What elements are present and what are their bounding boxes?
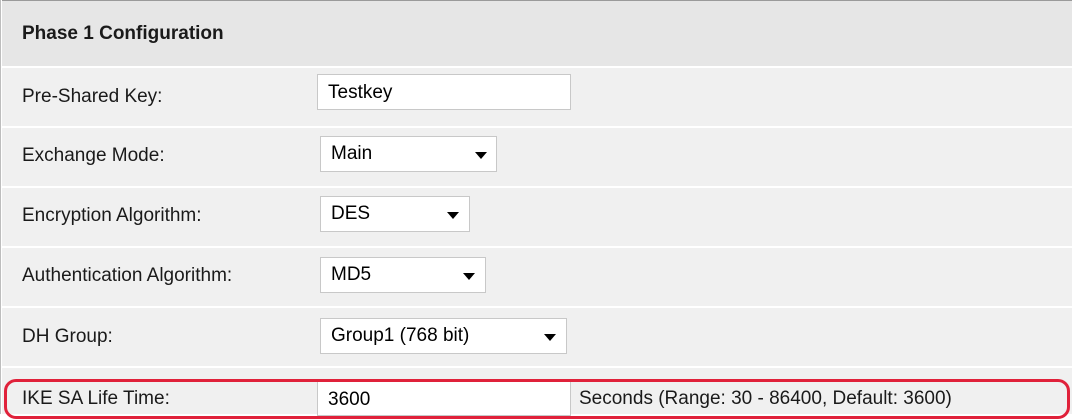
authentication-algorithm-value: MD5 — [331, 264, 372, 285]
chevron-down-icon — [463, 273, 475, 280]
row-pre-shared-key: Pre-Shared Key: Testkey — [2, 68, 1072, 126]
chevron-down-icon — [475, 152, 487, 159]
dh-group-value: Group1 (768 bit) — [331, 325, 470, 346]
ike-sa-life-time-value: 3600 — [328, 389, 371, 410]
row-encryption-algorithm: Encryption Algorithm: DES — [2, 188, 1072, 246]
encryption-algorithm-select[interactable]: DES — [320, 196, 470, 232]
row-exchange-mode: Exchange Mode: Main — [2, 128, 1072, 186]
pre-shared-key-value: Testkey — [328, 82, 393, 103]
exchange-mode-label: Exchange Mode: — [22, 145, 165, 166]
pre-shared-key-label: Pre-Shared Key: — [22, 86, 163, 107]
encryption-algorithm-label: Encryption Algorithm: — [22, 205, 202, 226]
row-dh-group: DH Group: Group1 (768 bit) — [2, 308, 1072, 366]
encryption-algorithm-value: DES — [331, 203, 371, 224]
phase1-config-panel: Phase 1 Configuration Pre-Shared Key: Te… — [0, 0, 1072, 419]
row-ike-sa-life-time: IKE SA Life Time: 3600 Seconds (Range: 3… — [2, 368, 1072, 416]
section-title: Phase 1 Configuration — [22, 23, 224, 44]
authentication-algorithm-select[interactable]: MD5 — [320, 257, 486, 293]
dh-group-label: DH Group: — [22, 326, 113, 347]
authentication-algorithm-label: Authentication Algorithm: — [22, 265, 233, 286]
row-authentication-algorithm: Authentication Algorithm: MD5 — [2, 248, 1072, 306]
exchange-mode-select[interactable]: Main — [320, 136, 497, 172]
dh-group-select[interactable]: Group1 (768 bit) — [320, 318, 567, 354]
ike-sa-life-time-input[interactable]: 3600 — [317, 380, 571, 416]
chevron-down-icon — [447, 212, 459, 219]
ike-sa-life-time-hint: Seconds (Range: 30 - 86400, Default: 360… — [579, 388, 952, 409]
pre-shared-key-input[interactable]: Testkey — [317, 74, 571, 110]
chevron-down-icon — [544, 334, 556, 341]
exchange-mode-value: Main — [331, 143, 373, 164]
section-header: Phase 1 Configuration — [2, 0, 1072, 66]
ike-sa-life-time-label: IKE SA Life Time: — [22, 388, 170, 409]
